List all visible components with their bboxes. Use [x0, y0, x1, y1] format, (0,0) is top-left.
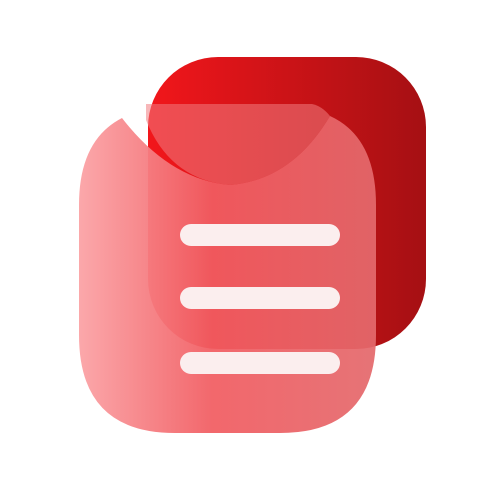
list-line-3 — [180, 352, 340, 374]
list-line-2 — [180, 287, 340, 309]
list-line-1 — [180, 224, 340, 246]
app-icon — [0, 0, 500, 500]
document-list-icon — [79, 57, 426, 433]
